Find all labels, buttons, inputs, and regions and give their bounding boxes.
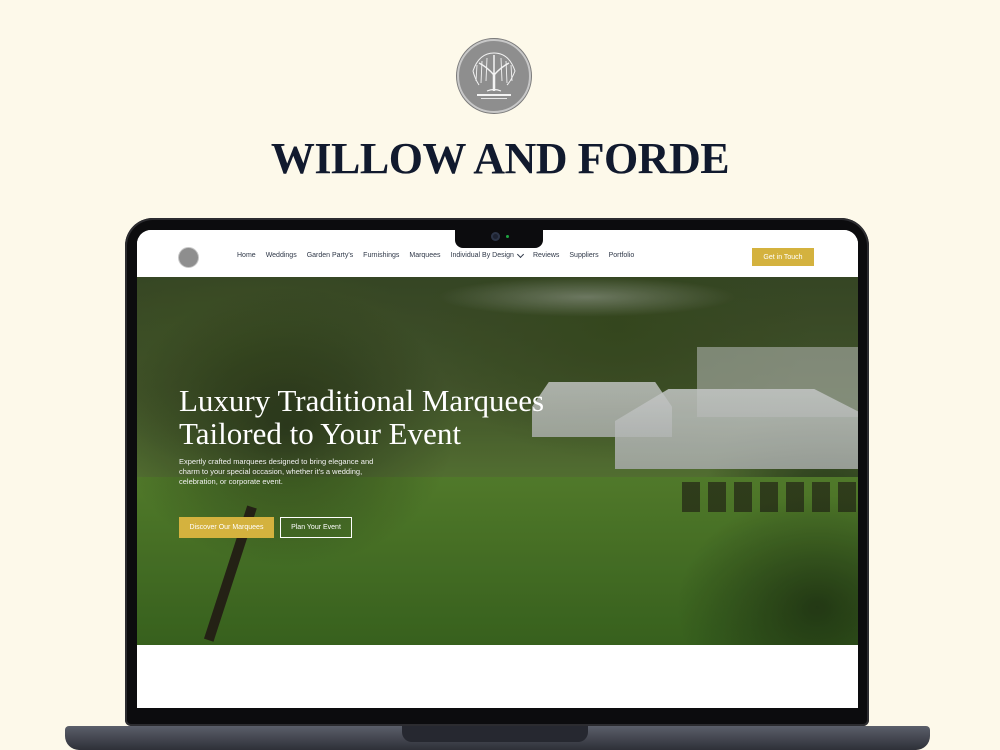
page-title: WILLOW AND FORDE <box>270 134 730 183</box>
nav-link-marquees[interactable]: Marquees <box>409 252 440 259</box>
hero-title-line-1: Luxury Traditional Marquees <box>179 383 545 418</box>
nav-logo[interactable] <box>178 247 199 268</box>
nav-link-reviews[interactable]: Reviews <box>533 252 559 259</box>
camera-icon <box>491 232 500 241</box>
willow-tree-icon <box>472 52 516 99</box>
nav-link-suppliers[interactable]: Suppliers <box>569 252 598 259</box>
hero-section: Luxury Traditional Marquees Tailored to … <box>137 277 858 645</box>
nav-link-furnishings[interactable]: Furnishings <box>363 252 399 259</box>
hero-subtitle: Expertly crafted marquees designed to br… <box>179 457 374 486</box>
nav-link-home[interactable]: Home <box>237 252 256 259</box>
discover-marquees-button[interactable]: Discover Our Marquees <box>179 517 274 538</box>
laptop-base-groove <box>402 726 588 742</box>
nav-link-weddings[interactable]: Weddings <box>266 252 297 259</box>
laptop-screen: Home Weddings Garden Party's Furnishings… <box>137 230 858 708</box>
plan-event-button[interactable]: Plan Your Event <box>280 517 352 538</box>
nav-links: Home Weddings Garden Party's Furnishings… <box>237 250 644 259</box>
nav-link-individual-by-design[interactable]: Individual By Design <box>450 250 524 259</box>
nav-link-portfolio[interactable]: Portfolio <box>609 252 635 259</box>
nav-link-garden-partys[interactable]: Garden Party's <box>307 252 353 259</box>
nav-link-individual-by-design-label: Individual By Design <box>450 252 514 259</box>
chevron-down-icon <box>516 250 524 259</box>
camera-led <box>506 235 509 238</box>
hero-title-line-2: Tailored to Your Event <box>179 416 461 451</box>
get-in-touch-button[interactable]: Get in Touch <box>752 248 814 266</box>
brand-logo <box>457 39 531 113</box>
hero-title: Luxury Traditional Marquees Tailored to … <box>179 384 609 450</box>
